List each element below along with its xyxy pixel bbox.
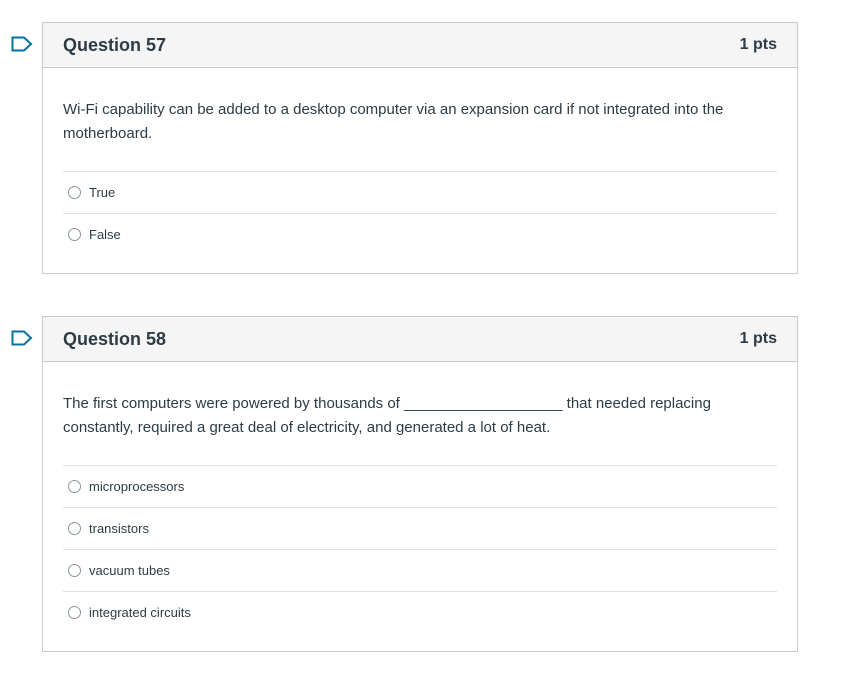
- answer-option[interactable]: True: [63, 172, 777, 214]
- answer-label: integrated circuits: [89, 605, 191, 620]
- quiz-page: Question 57 1 pts Wi-Fi capability can b…: [0, 0, 853, 680]
- radio-button[interactable]: [68, 480, 81, 493]
- question-points: 1 pts: [739, 330, 777, 347]
- question-title: Question 58: [63, 328, 167, 349]
- question-header: Question 58 1 pts: [43, 317, 797, 362]
- question-header: Question 57 1 pts: [43, 23, 797, 68]
- flag-question-icon[interactable]: [11, 36, 33, 52]
- question-text: Wi-Fi capability can be added to a deskt…: [63, 101, 724, 142]
- flag-question-icon[interactable]: [11, 330, 33, 346]
- answer-label: vacuum tubes: [89, 563, 170, 578]
- answer-label: microprocessors: [89, 479, 185, 494]
- question-body: The first computers were powered by thou…: [43, 362, 797, 633]
- question-points: 1 pts: [739, 36, 777, 53]
- answer-list: microprocessors transistors vacuum tubes…: [63, 465, 777, 633]
- answer-label: transistors: [89, 521, 149, 536]
- question-text: The first computers were powered by thou…: [63, 395, 711, 436]
- radio-button[interactable]: [68, 564, 81, 577]
- answer-list: True False: [63, 171, 777, 255]
- radio-button[interactable]: [68, 522, 81, 535]
- answer-option[interactable]: integrated circuits: [63, 592, 777, 633]
- answer-label: False: [89, 227, 121, 242]
- question-title: Question 57: [63, 34, 167, 55]
- answer-option[interactable]: microprocessors: [63, 466, 777, 508]
- question-body: Wi-Fi capability can be added to a deskt…: [43, 68, 797, 255]
- radio-button[interactable]: [68, 228, 81, 241]
- radio-button[interactable]: [68, 606, 81, 619]
- answer-option[interactable]: transistors: [63, 508, 777, 550]
- question-card: Question 57 1 pts Wi-Fi capability can b…: [42, 22, 798, 274]
- answer-option[interactable]: False: [63, 214, 777, 255]
- answer-option[interactable]: vacuum tubes: [63, 550, 777, 592]
- question-card: Question 58 1 pts The first computers we…: [42, 316, 798, 652]
- answer-label: True: [89, 185, 116, 200]
- radio-button[interactable]: [68, 186, 81, 199]
